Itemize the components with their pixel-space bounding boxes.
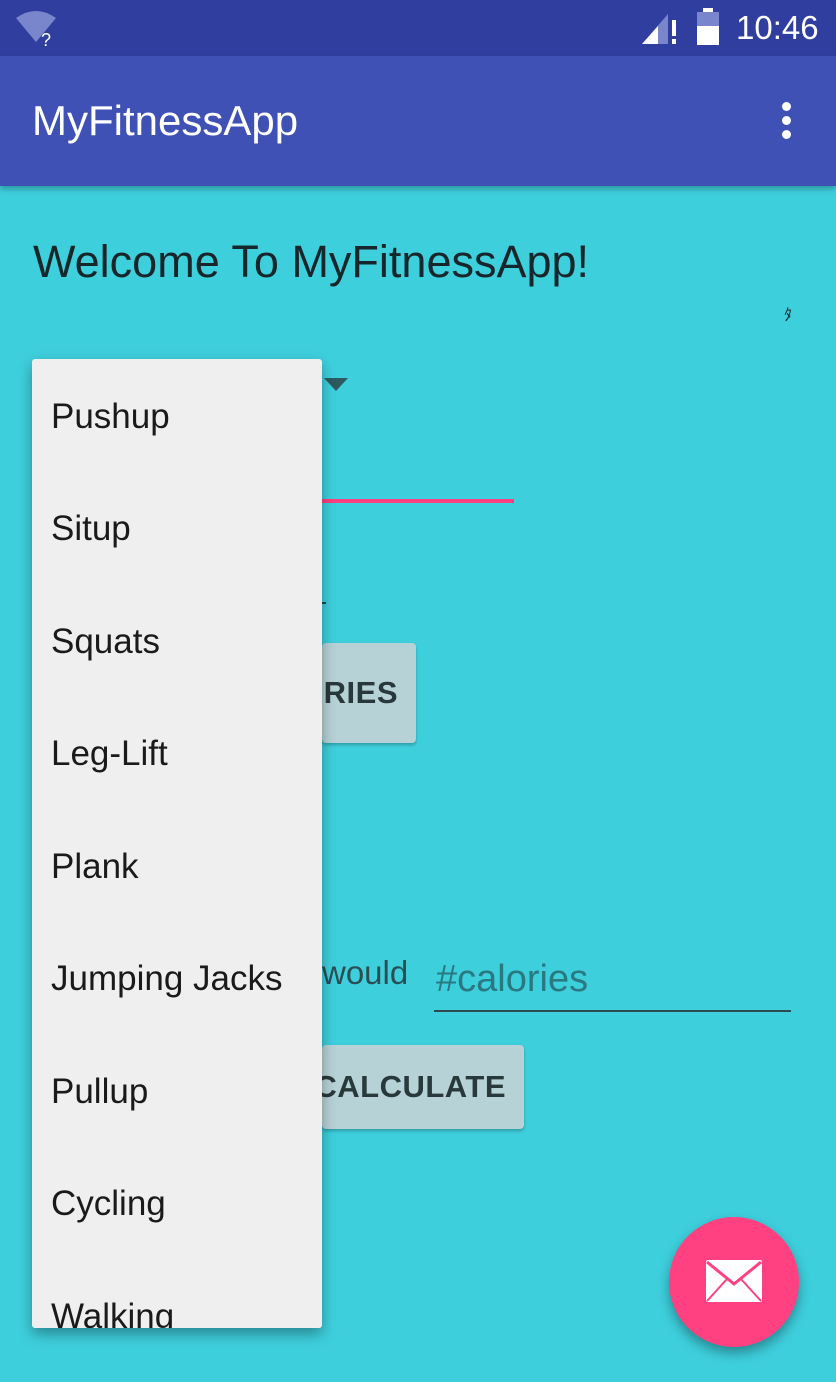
- corner-mark: ﾀ: [784, 307, 793, 324]
- dropdown-item-jumping-jacks[interactable]: Jumping Jacks: [32, 921, 322, 1033]
- signal-icon: [642, 14, 676, 44]
- spinner-dropdown-arrow-icon[interactable]: [324, 378, 348, 391]
- wifi-unknown-icon: ?: [16, 11, 56, 48]
- app-title: MyFitnessApp: [32, 97, 299, 144]
- calories-button[interactable]: ORIES: [322, 643, 416, 743]
- calories-input-placeholder: #calories: [436, 958, 589, 1000]
- dropdown-item-label: Cycling: [51, 1184, 166, 1223]
- dropdown-item-leg-lift[interactable]: Leg-Lift: [32, 696, 322, 808]
- battery-icon: [697, 8, 719, 45]
- would-label: would: [322, 954, 409, 991]
- mail-icon: [706, 1260, 762, 1302]
- status-clock: 10:46: [736, 9, 819, 46]
- dropdown-item-cycling[interactable]: Cycling: [32, 1146, 322, 1258]
- dropdown-item-label: Pullup: [51, 1072, 149, 1111]
- dropdown-item-label: Leg-Lift: [51, 734, 168, 773]
- dropdown-item-pullup[interactable]: Pullup: [32, 1034, 322, 1146]
- dropdown-item-squats[interactable]: Squats: [32, 584, 322, 696]
- app-bar: MyFitnessApp: [0, 56, 836, 186]
- calculate-button[interactable]: CALCULATE: [322, 1045, 524, 1129]
- dropdown-item-label: Plank: [51, 847, 139, 886]
- dropdown-item-situp[interactable]: Situp: [32, 471, 322, 583]
- dropdown-item-label: Squats: [51, 622, 160, 661]
- dropdown-item-label: Situp: [51, 509, 131, 548]
- more-vert-icon[interactable]: [770, 102, 804, 196]
- status-bar: ? 10:46: [0, 0, 836, 56]
- svg-text:?: ?: [41, 30, 51, 48]
- calculate-button-label: CALCULATE: [322, 1069, 506, 1104]
- email-fab-button[interactable]: [669, 1217, 799, 1347]
- calories-input[interactable]: #calories: [434, 954, 791, 1012]
- exercise-dropdown-menu: Pushup Situp Squats Leg-Lift Plank Jumpi…: [32, 359, 322, 1328]
- dropdown-item-walking[interactable]: Walking: [32, 1259, 322, 1328]
- dropdown-item-label: Walking: [51, 1297, 175, 1328]
- dropdown-item-plank[interactable]: Plank: [32, 809, 322, 921]
- dropdown-item-label: Jumping Jacks: [51, 959, 283, 998]
- dropdown-item-pushup[interactable]: Pushup: [32, 359, 322, 471]
- dropdown-item-label: Pushup: [51, 397, 170, 436]
- welcome-heading: Welcome To MyFitnessApp!: [33, 236, 590, 287]
- focused-input-underline: [322, 499, 514, 503]
- calories-button-label: ORIES: [322, 675, 398, 710]
